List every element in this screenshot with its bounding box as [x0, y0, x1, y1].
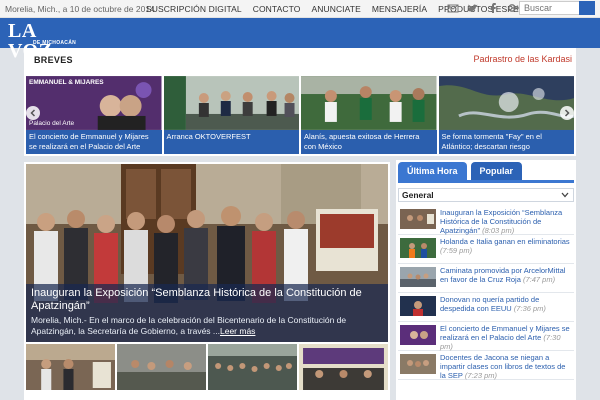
breves-caption: Alanís, apuesta exitosa de Herrera con M… [301, 130, 437, 154]
logo-subtext: DE MICHOACÁN [33, 40, 77, 46]
breves-image [438, 76, 574, 130]
list-thumbnail [400, 267, 436, 287]
thumbnail-strip [26, 344, 388, 390]
social-links [447, 2, 521, 14]
hero-excerpt: Morelia, Mich.- En el marco de la celebr… [31, 315, 383, 337]
list-item-time: (7:59 pm) [440, 246, 473, 255]
list-thumbnail [400, 354, 436, 374]
list-item-title: Holanda e Italia ganan en eliminatorias [440, 237, 570, 246]
breves-item[interactable]: Se forma tormenta "Fay" en el Atlántico;… [438, 76, 574, 154]
hero-title[interactable]: Inauguran la Exposición “Semblanza Histó… [31, 287, 383, 313]
tab-popular[interactable]: Popular [470, 162, 523, 180]
breves-item[interactable]: Alanís, apuesta exitosa de Herrera con M… [301, 76, 437, 154]
nav-anunciate[interactable]: ANUNCIATE [311, 4, 360, 14]
hero-excerpt-text: Morelia, Mich.- En el marco de la celebr… [31, 315, 347, 336]
site-header [0, 18, 600, 48]
carousel-prev-button[interactable] [26, 106, 40, 120]
list-item[interactable]: Inauguran la Exposición “Semblanza Histó… [398, 206, 574, 235]
list-item-time: (8:03 pm) [482, 226, 515, 235]
nav-suscripcion-digital[interactable]: SUSCRIPCIÓN DIGITAL [146, 4, 242, 14]
logo[interactable]: LA VOZ DE MICHOACÁN [8, 21, 78, 61]
list-item[interactable]: Holanda e Italia ganan en eliminatorias … [398, 235, 574, 264]
list-item-text: El concierto de Emmanuel y Mijares se re… [440, 324, 572, 351]
chevron-right-icon [564, 109, 570, 117]
list-item[interactable]: El concierto de Emmanuel y Mijares se re… [398, 322, 574, 351]
breves-image [301, 76, 437, 130]
facebook-icon[interactable] [487, 2, 499, 14]
list-item-text: Holanda e Italia ganan en eliminatorias … [440, 237, 572, 255]
breves-item[interactable]: Arranca OKTOVERFEST [163, 76, 299, 154]
sidebar-tabs: Última Hora Popular [398, 162, 523, 180]
top-bar: Morelia, Mich., a 10 de octubre de 2014 … [0, 0, 600, 18]
list-item-title: Docentes de Jacona se niegan a impartir … [440, 353, 566, 380]
latest-news-list: Inauguran la Exposición “Semblanza Histó… [398, 206, 574, 380]
list-item-text: Docentes de Jacona se niegan a impartir … [440, 353, 572, 380]
list-thumbnail [400, 296, 436, 316]
list-item[interactable]: Caminata promovida por ArcelorMittal en … [398, 264, 574, 293]
list-item[interactable]: Docentes de Jacona se niegan a impartir … [398, 351, 574, 380]
read-more-link[interactable]: Leer más [220, 326, 255, 336]
list-thumbnail [400, 325, 436, 345]
chevron-down-icon [561, 192, 569, 198]
list-item-time: (7:23 pm) [464, 371, 497, 380]
tab-underline [398, 180, 574, 183]
date-line: Morelia, Mich., a 10 de octubre de 2014 [5, 4, 155, 14]
breves-caption: El concierto de Emmanuel y Mijares se re… [26, 130, 162, 154]
category-select-value: General [402, 190, 434, 200]
breves-caption: Arranca OKTOVERFEST [163, 130, 299, 154]
list-thumbnail [400, 209, 436, 229]
strip-thumbnail[interactable] [26, 344, 115, 390]
hero-caption: Inauguran la Exposición “Semblanza Histó… [26, 284, 388, 342]
poster-title: EMMANUEL & MIJARES [29, 79, 104, 86]
breves-carousel: EMMANUEL & MIJARES Palacio del Arte El c… [26, 76, 574, 154]
carousel-next-button[interactable] [560, 106, 574, 120]
twitter-icon[interactable] [467, 2, 479, 14]
strip-thumbnail[interactable] [208, 344, 297, 390]
tab-ultima-hora[interactable]: Última Hora [398, 162, 467, 180]
breves-caption: Se forma tormenta "Fay" en el Atlántico;… [438, 130, 574, 154]
category-select[interactable]: General [398, 188, 574, 202]
nav-mensajeria[interactable]: MENSAJERÍA [372, 4, 427, 14]
list-item[interactable]: Donovan no quería partido de despedida c… [398, 293, 574, 322]
poster-place: Palacio del Arte [29, 120, 75, 127]
strip-thumbnail[interactable] [299, 344, 388, 390]
sidebar: Última Hora Popular General Inauguran la… [396, 160, 576, 400]
search-button[interactable] [579, 1, 595, 15]
chevron-left-icon [30, 109, 36, 117]
nav-contacto[interactable]: CONTACTO [253, 4, 301, 14]
mail-icon[interactable] [447, 2, 459, 14]
list-item-time: (7:36 pm) [513, 304, 546, 313]
breves-ticker[interactable]: Padrastro de las Kardasi [473, 54, 572, 64]
list-thumbnail [400, 238, 436, 258]
list-item-text: Inauguran la Exposición “Semblanza Histó… [440, 208, 572, 235]
breves-item[interactable]: EMMANUEL & MIJARES Palacio del Arte El c… [26, 76, 162, 154]
featured-section: Inauguran la Exposición “Semblanza Histó… [24, 162, 390, 400]
breves-image [163, 76, 299, 130]
list-item-text: Donovan no quería partido de despedida c… [440, 295, 572, 313]
list-item-text: Caminata promovida por ArcelorMittal en … [440, 266, 572, 284]
breves-section: BREVES Padrastro de las Kardasi EMMANUEL… [24, 48, 576, 156]
strip-thumbnail[interactable] [117, 344, 206, 390]
breves-heading: BREVES [34, 55, 73, 65]
list-item-time: (7:47 pm) [522, 275, 556, 284]
